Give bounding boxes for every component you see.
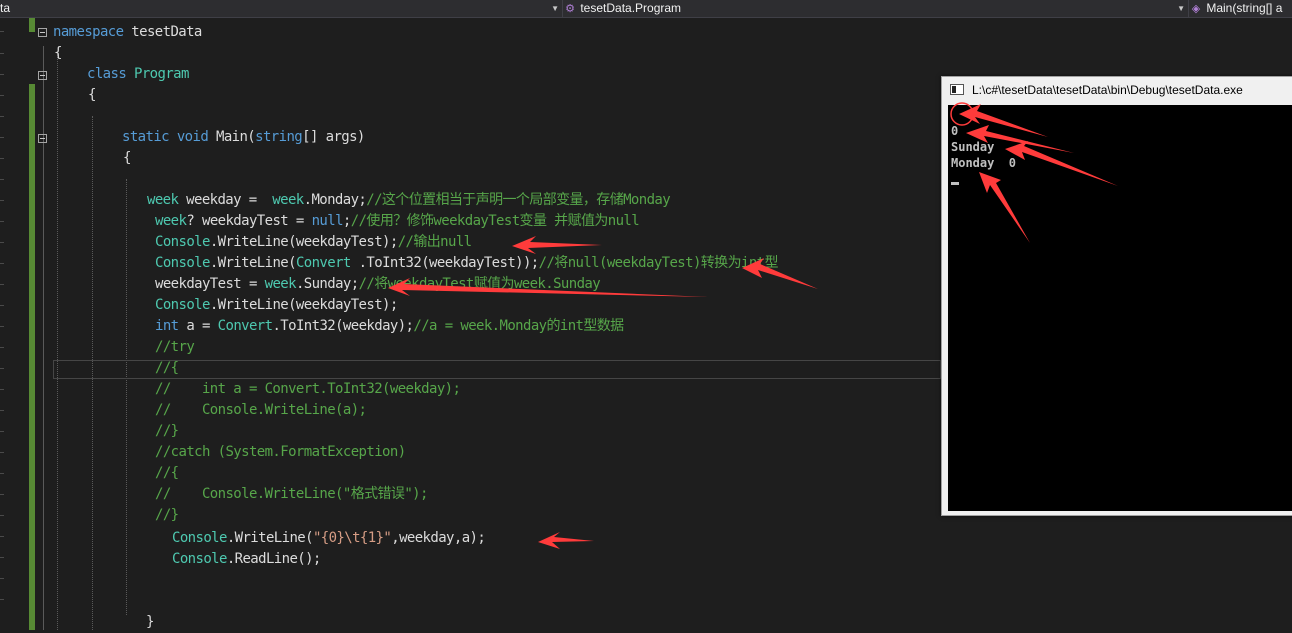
member-dropdown-label: Main(string[] a [1206, 1, 1283, 15]
current-line-highlight [53, 360, 941, 379]
type-dropdown[interactable]: ⚙ tesetData.Program ▼ [563, 0, 1189, 18]
indent-guide [126, 179, 127, 615]
code-line: class Program [87, 66, 189, 82]
code-line: //catch (System.FormatException) [155, 444, 406, 460]
code-line: // Console.WriteLine("格式错误"); [155, 486, 428, 502]
code-line: namespace tesetData [53, 24, 202, 40]
project-dropdown[interactable]: ta ▼ [0, 0, 563, 18]
collapse-class-icon[interactable] [38, 71, 47, 80]
code-line: //} [155, 423, 179, 439]
code-line: { [54, 45, 62, 61]
chevron-down-icon: ▼ [1177, 4, 1185, 13]
chevron-down-icon: ▼ [551, 4, 559, 13]
code-line: Console.WriteLine("{0}\t{1}",weekday,a); [172, 530, 486, 546]
console-output-line: Monday 0 [951, 156, 1017, 170]
console-cursor [951, 182, 959, 185]
method-icon: ◈ [1191, 3, 1201, 15]
collapse-namespace-icon[interactable] [38, 28, 47, 37]
console-output-area[interactable]: 0 Sunday Monday 0 [948, 105, 1292, 511]
code-line: week weekday = week.Monday;//这个位置相当于声明一个… [147, 192, 671, 208]
navigation-bar: ta ▼ ⚙ tesetData.Program ▼ ◈ Main(string… [0, 0, 1292, 18]
code-line: //} [155, 507, 179, 523]
code-line: { [88, 87, 96, 103]
code-line: // int a = Convert.ToInt32(weekday); [155, 381, 461, 397]
code-line: //{ [155, 360, 179, 376]
code-line: int a = Convert.ToInt32(weekday);//a = w… [155, 318, 624, 334]
code-line: Console.WriteLine(weekdayTest);//输出null [155, 234, 472, 250]
code-line: week? weekdayTest = null;//使用？修饰weekdayT… [155, 213, 640, 229]
code-line: Console.WriteLine(weekdayTest); [155, 297, 398, 313]
code-line: { [123, 150, 131, 166]
console-window-title: L:\c#\tesetData\tesetData\bin\Debug\tese… [972, 83, 1243, 97]
code-line: static void Main(string[] args) [122, 129, 365, 145]
change-indicator [29, 18, 35, 32]
code-line: Console.ReadLine(); [172, 551, 321, 567]
console-app-icon [950, 84, 964, 95]
project-dropdown-label: ta [0, 1, 11, 15]
code-line: Console.WriteLine(Convert .ToInt32(weekd… [155, 255, 778, 271]
code-line: //{ [155, 465, 179, 481]
class-icon: ⚙ [565, 3, 575, 15]
change-indicator [29, 84, 35, 630]
member-dropdown[interactable]: ◈ Main(string[] a [1189, 0, 1292, 18]
code-line: //try [155, 339, 195, 355]
indent-guide [57, 54, 58, 630]
type-dropdown-label: tesetData.Program [580, 1, 682, 15]
code-line: // Console.WriteLine(a); [155, 402, 367, 418]
console-output-line: Sunday [951, 140, 995, 154]
code-line: weekdayTest = week.Sunday;//将weekdayTest… [155, 276, 601, 292]
console-title-bar[interactable]: L:\c#\tesetData\tesetData\bin\Debug\tese… [942, 77, 1292, 103]
console-output-line: 0 [951, 124, 959, 138]
console-window[interactable]: L:\c#\tesetData\tesetData\bin\Debug\tese… [941, 76, 1292, 516]
collapse-method-icon[interactable] [38, 134, 47, 143]
